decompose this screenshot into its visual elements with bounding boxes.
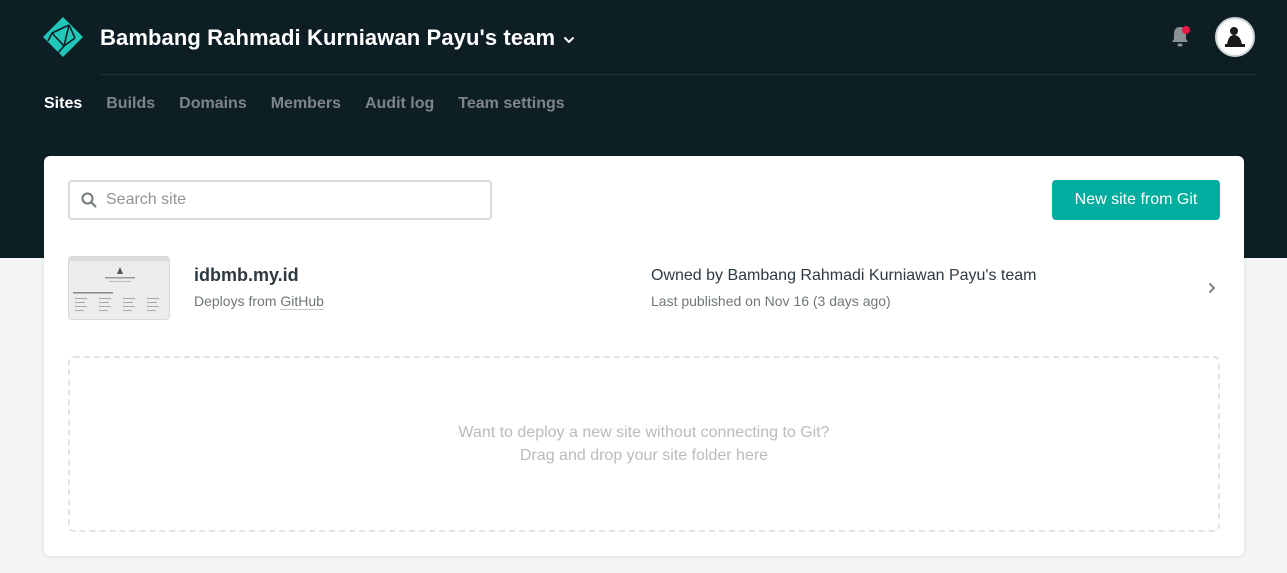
tab-members[interactable]: Members — [271, 94, 341, 114]
team-switcher[interactable]: Bambang Rahmadi Kurniawan Payu's team — [100, 24, 575, 52]
tab-sites[interactable]: Sites — [44, 94, 82, 114]
tab-domains[interactable]: Domains — [179, 94, 247, 114]
team-nav: Sites Builds Domains Members Audit log T… — [44, 94, 589, 114]
site-owner: Owned by Bambang Rahmadi Kurniawan Payu'… — [651, 267, 1037, 284]
chevron-down-icon — [564, 36, 575, 43]
search-input[interactable] — [106, 191, 466, 209]
drag-drop-deploy-zone[interactable]: Want to deploy a new site without connec… — [68, 356, 1220, 532]
top-bar: Bambang Rahmadi Kurniawan Payu's team — [0, 0, 1287, 75]
netlify-logo-icon[interactable] — [42, 16, 84, 58]
site-deploy-source: Deploys from GitHub — [194, 292, 324, 310]
site-last-published: Last published on Nov 16 (3 days ago) — [651, 293, 891, 309]
site-list-item[interactable]: idbmb.my.id Deploys from GitHub Owned by… — [44, 244, 1244, 332]
search-box — [68, 180, 492, 220]
avatar[interactable] — [1215, 17, 1255, 57]
new-site-from-git-button[interactable]: New site from Git — [1052, 180, 1220, 220]
sites-card: New site from Git idbmb.my.id Deploys fr… — [44, 156, 1244, 556]
site-name[interactable]: idbmb.my.id — [194, 264, 299, 286]
avatar-image — [1218, 20, 1252, 54]
tab-audit-log[interactable]: Audit log — [365, 94, 434, 114]
chevron-right-icon — [1209, 283, 1215, 293]
tab-team-settings[interactable]: Team settings — [458, 94, 564, 114]
dropzone-line-2: Drag and drop your site folder here — [519, 447, 769, 464]
header-divider — [100, 74, 1258, 75]
site-screenshot-thumbnail — [68, 256, 170, 320]
tab-builds[interactable]: Builds — [106, 94, 155, 114]
deploy-prefix: Deploys from — [194, 293, 277, 309]
search-icon — [81, 192, 97, 208]
dropzone-line-1: Want to deploy a new site without connec… — [458, 424, 830, 441]
deploy-source-link[interactable]: GitHub — [280, 293, 324, 310]
notification-badge — [1182, 26, 1190, 34]
team-name: Bambang Rahmadi Kurniawan Payu's team — [100, 25, 556, 50]
